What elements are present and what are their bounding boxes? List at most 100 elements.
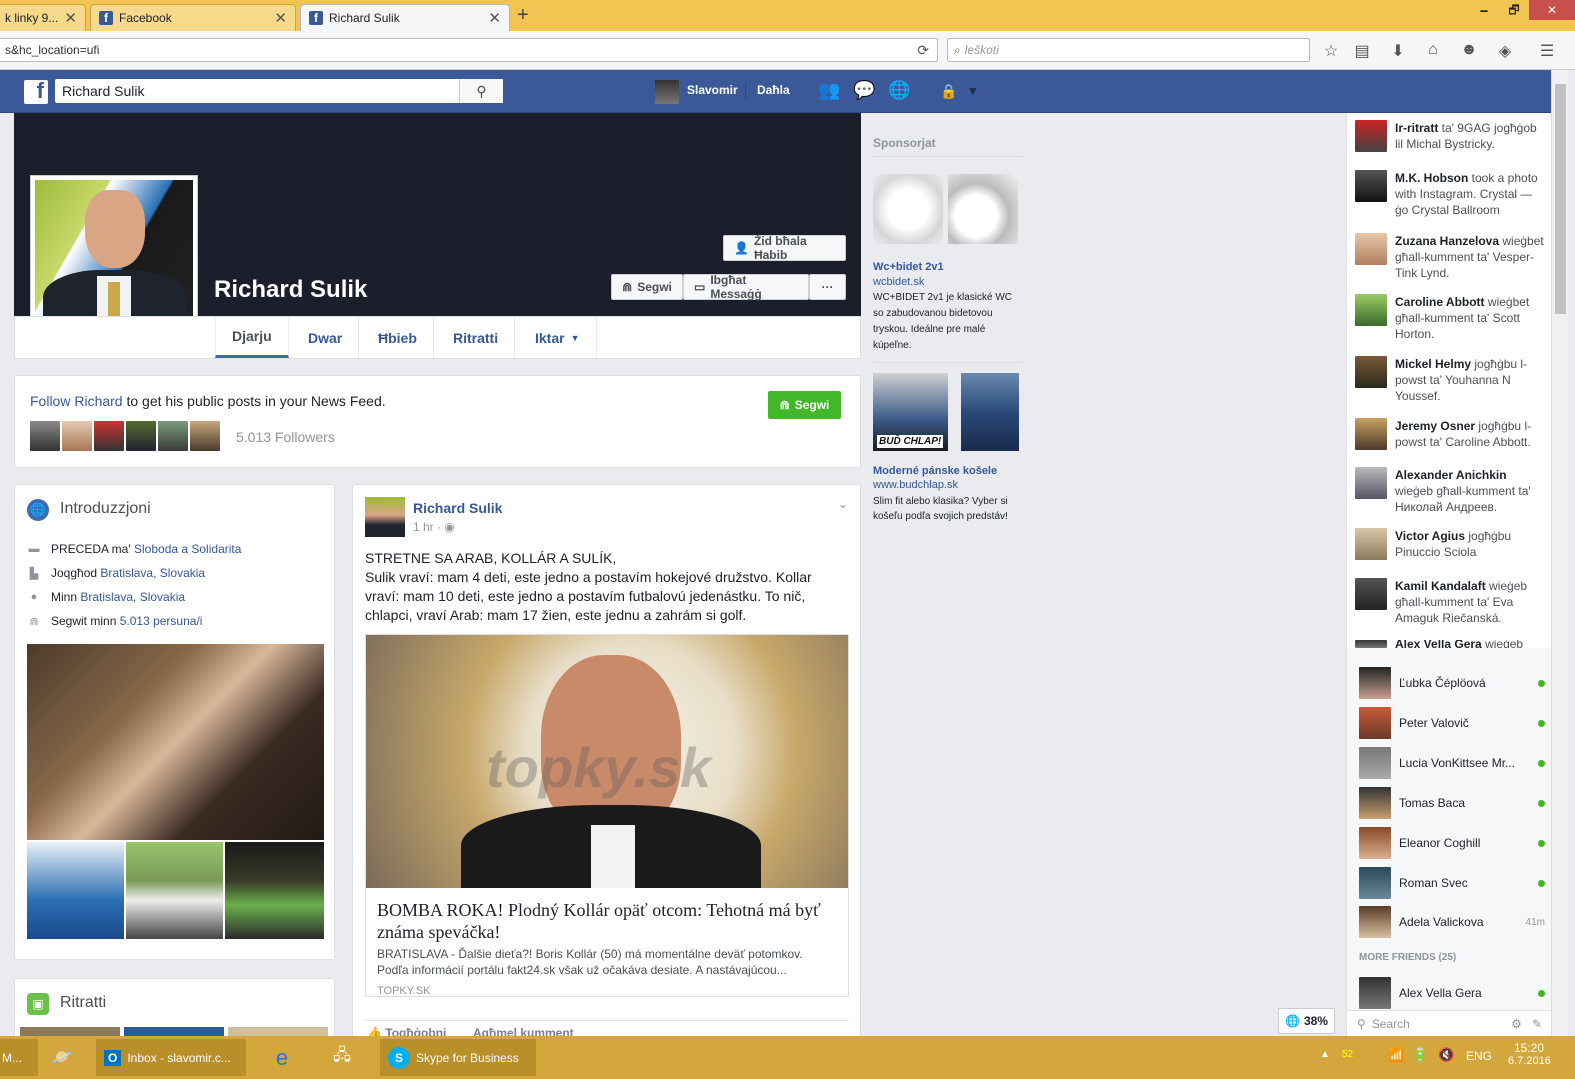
close-icon[interactable]: ✕	[64, 9, 77, 27]
privacy-lock-icon[interactable]: 🔒	[940, 83, 957, 100]
chat-friend[interactable]: Adela Valickova 41m	[1359, 904, 1545, 940]
tab-timeline[interactable]: Djarju	[215, 317, 289, 358]
taskbar-item[interactable]: O Inbox - slavomir.c...	[96, 1039, 246, 1076]
search-icon[interactable]: ⚲	[459, 79, 503, 103]
tray-expand-icon[interactable]: ▲	[1320, 1049, 1330, 1060]
tab-more[interactable]: Iktar ▼	[519, 317, 597, 358]
intro-link[interactable]: Sloboda a Solidarita	[134, 542, 241, 556]
tab-friends[interactable]: Ħbieb	[362, 317, 434, 358]
intro-link[interactable]: 5.013 persuna/i	[120, 614, 203, 628]
taskbar-app-icon[interactable]: 🖧	[322, 1039, 362, 1076]
tray-badge[interactable]: 52	[1342, 1049, 1353, 1060]
nav-home-link[interactable]: Daħla	[757, 83, 790, 97]
volume-icon[interactable]: 🔇	[1438, 1047, 1454, 1063]
photos-title[interactable]: Ritratti	[60, 994, 106, 1012]
gear-icon[interactable]: ⚙	[1511, 1017, 1522, 1031]
ad-image[interactable]	[948, 174, 1018, 244]
featured-photo[interactable]	[225, 842, 324, 939]
close-window-button[interactable]: ✕	[1529, 0, 1575, 20]
bookmark-star-icon[interactable]: ☆	[1321, 41, 1341, 61]
close-icon[interactable]: ✕	[488, 9, 501, 27]
follower-avatar[interactable]	[126, 421, 156, 451]
ticker-item[interactable]: Caroline Abbott wieġbet għall-kumment ta…	[1355, 294, 1547, 342]
follower-avatar[interactable]	[94, 421, 124, 451]
follow-link[interactable]: Follow Richard	[30, 393, 123, 409]
tab-about[interactable]: Dwar	[292, 317, 360, 358]
ticker-item[interactable]: Alexander Anichkin wieġeb għall-kumment …	[1355, 467, 1547, 515]
featured-photo[interactable]	[126, 842, 223, 939]
taskbar-item[interactable]: S Skype for Business	[380, 1039, 536, 1076]
home-icon[interactable]: ⌂	[1423, 41, 1443, 59]
nav-profile-link[interactable]: Slavomir	[687, 83, 738, 97]
ad-image[interactable]	[873, 174, 943, 244]
ticker-item[interactable]: Jeremy Osner jogħġbu l-powst ta' Carolin…	[1355, 418, 1547, 450]
post-timestamp[interactable]: 1 hr · ◉	[413, 520, 455, 534]
ticker-item[interactable]: M.K. Hobson took a photo with Instagram.…	[1355, 170, 1547, 218]
language-indicator[interactable]: ENG	[1466, 1049, 1492, 1063]
tab-photos[interactable]: Ritratti	[437, 317, 516, 358]
new-tab-button[interactable]: +	[517, 4, 529, 27]
avatar[interactable]	[365, 497, 405, 537]
profile-name[interactable]: Richard Sulik	[214, 276, 367, 304]
chat-friend[interactable]: Alex Vella Gera	[1359, 975, 1545, 1011]
zoom-indicator[interactable]: 🌐 38%	[1278, 1008, 1335, 1034]
minimize-button[interactable]: 🗕	[1469, 0, 1499, 20]
ad-url[interactable]: www.budchlap.sk	[873, 479, 958, 491]
chat-icon[interactable]: ☻	[1459, 41, 1479, 59]
notifications-globe-icon[interactable]: 🌐	[888, 80, 910, 101]
facebook-search-input[interactable]: Richard Sulik ⚲	[55, 79, 503, 103]
browser-tab-active[interactable]: f Richard Sulik ✕	[300, 4, 510, 31]
ticker-item[interactable]: Kamil Kandalaft wieġeb għall-kumment ta'…	[1355, 578, 1547, 626]
followers-count[interactable]: 5.013 Followers	[236, 429, 335, 445]
featured-photo[interactable]	[27, 842, 124, 939]
follower-avatar[interactable]	[190, 421, 220, 451]
ticker-item[interactable]: Victor Agius jogħġbu Pinuccio Sciola	[1355, 528, 1547, 560]
ad-image[interactable]	[961, 373, 1019, 451]
post-author[interactable]: Richard Sulik	[413, 500, 502, 516]
link-title[interactable]: BOMBA ROKA! Plodný Kollár opäť otcom: Te…	[377, 899, 837, 943]
clock[interactable]: 15:20 6.7.2016	[1508, 1041, 1551, 1067]
chat-friend[interactable]: Peter Valovič	[1359, 705, 1545, 741]
chat-search-bar[interactable]: ⚲ Search ⚙ ✎	[1347, 1010, 1552, 1036]
chevron-down-icon[interactable]: ⌄	[838, 497, 848, 511]
scrollbar-thumb[interactable]	[1555, 84, 1566, 314]
chat-friend[interactable]: Ľubka Čéplöová	[1359, 665, 1545, 701]
more-options-button[interactable]: ···	[809, 274, 846, 300]
battery-icon[interactable]: 🔋	[1412, 1047, 1428, 1063]
ticker-item[interactable]: Ir-ritratt ta' 9GAG jogħġob lil Michal B…	[1355, 120, 1547, 152]
follower-avatar[interactable]	[158, 421, 188, 451]
chat-friend[interactable]: Tomas Baca	[1359, 785, 1545, 821]
reload-icon[interactable]: ⟳	[917, 42, 929, 59]
taskbar-app-icon[interactable]: e	[264, 1039, 300, 1076]
url-bar[interactable]: s&hc_location=ufi ⟳	[0, 38, 938, 62]
link-preview[interactable]: topky.sk BOMBA ROKA! Plodný Kollár opäť …	[365, 634, 849, 997]
chat-friend[interactable]: Roman Svec	[1359, 865, 1545, 901]
ad-url[interactable]: wcbidet.sk	[873, 276, 924, 288]
restore-button[interactable]: 🗗	[1499, 0, 1529, 20]
browser-tab[interactable]: k linky 9... ✕	[0, 4, 86, 31]
ad-title[interactable]: Wc+bidet 2v1	[873, 261, 944, 273]
menu-icon[interactable]: ☰	[1537, 41, 1557, 61]
ticker-item[interactable]: Alex Vella Gera wieġeb	[1355, 640, 1547, 648]
download-icon[interactable]: ⬇	[1388, 41, 1408, 61]
signal-icon[interactable]: 📶	[1388, 1047, 1404, 1063]
chat-friend[interactable]: Eleanor Coghill	[1359, 825, 1545, 861]
browser-tab[interactable]: f Facebook ✕	[90, 4, 296, 31]
reading-list-icon[interactable]: ▤	[1352, 41, 1372, 61]
ticker-item[interactable]: Zuzana Hanzelova wieġbet għall-kumment t…	[1355, 233, 1547, 281]
message-button[interactable]: ▭ Ibgħat Messaġġ	[683, 273, 809, 301]
close-icon[interactable]: ✕	[274, 9, 287, 27]
follower-avatar[interactable]	[62, 421, 92, 451]
messages-icon[interactable]: 💬	[853, 80, 875, 101]
follow-green-button[interactable]: ⋒ Segwi	[768, 391, 841, 419]
ad-title[interactable]: Moderné pánske košele	[873, 465, 997, 477]
follow-button[interactable]: ⋒ Segwi	[611, 274, 683, 300]
ad-image[interactable]: BUĎ CHLAP!	[873, 373, 948, 451]
chat-friend[interactable]: Lucia VonKittsee Mr...	[1359, 745, 1545, 781]
facebook-logo-icon[interactable]: f	[24, 78, 48, 104]
chevron-down-icon[interactable]: ▼	[967, 84, 979, 98]
taskbar-item[interactable]: M...	[0, 1039, 38, 1076]
browser-search-box[interactable]: ⌕ leškoti	[947, 38, 1310, 62]
intro-link[interactable]: Bratislava, Slovakia	[80, 590, 185, 604]
pocket-icon[interactable]: ◈	[1495, 41, 1515, 61]
